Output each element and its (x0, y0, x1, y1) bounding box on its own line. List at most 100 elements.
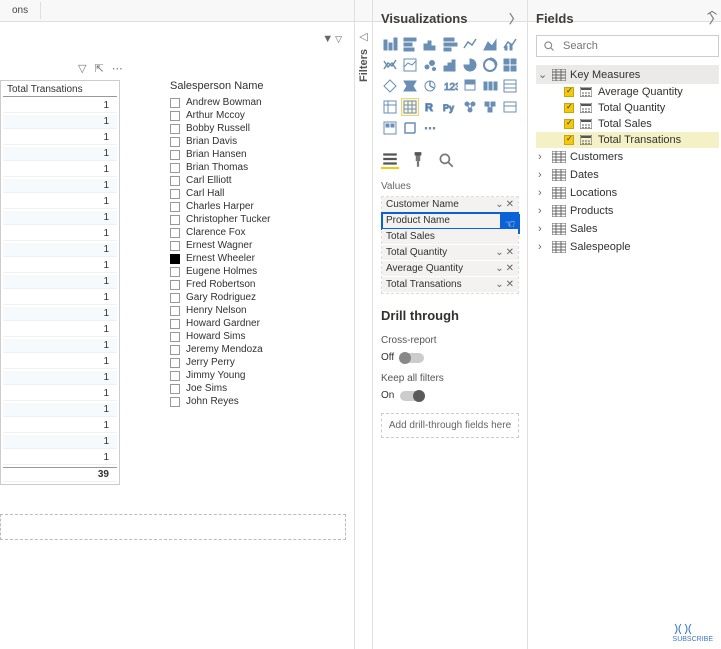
slicer-item[interactable]: Joe Sims (170, 382, 340, 395)
filter-indicator-icon[interactable]: ▼ (322, 33, 333, 45)
visual-type-icon[interactable] (381, 98, 399, 116)
visual-type-icon[interactable] (461, 35, 479, 53)
visual-type-icon[interactable] (501, 35, 519, 53)
table-row[interactable]: 1 (3, 227, 117, 241)
slicer-item[interactable]: Brian Davis (170, 135, 340, 148)
checkbox-icon[interactable] (170, 176, 180, 186)
table-row[interactable]: 1 (3, 147, 117, 161)
slicer-item[interactable]: Bobby Russell (170, 122, 340, 135)
focus-mode-icon[interactable]: ⇱ (94, 62, 103, 75)
table-row[interactable]: 1 (3, 307, 117, 321)
slicer-item[interactable]: Christopher Tucker (170, 213, 340, 226)
table-row[interactable]: 1 (3, 323, 117, 337)
slicer-item[interactable]: Andrew Bowman (170, 96, 340, 109)
slicer-item[interactable]: Fred Robertson (170, 278, 340, 291)
fields-field-node[interactable]: Total Sales (536, 116, 719, 132)
visual-type-icon[interactable]: Py (441, 98, 459, 116)
checkbox-icon[interactable] (170, 254, 180, 264)
fields-table-node[interactable]: ›Sales (536, 220, 719, 238)
slicer-item[interactable]: Ernest Wheeler (170, 252, 340, 265)
visual-type-icon[interactable] (401, 35, 419, 53)
visual-type-icon[interactable] (401, 119, 419, 137)
visual-type-icon[interactable] (461, 56, 479, 74)
chevron-down-icon[interactable]: ▽ (335, 34, 342, 45)
checkbox-icon[interactable] (170, 397, 180, 407)
analytics-tab-icon[interactable] (437, 151, 455, 169)
fields-table-node[interactable]: ›Products (536, 202, 719, 220)
slicer-item[interactable]: Jeremy Mendoza (170, 343, 340, 356)
chevron-down-icon[interactable]: ⌄ (538, 68, 548, 81)
visual-type-icon[interactable] (401, 56, 419, 74)
visual-type-icon[interactable]: 123 (441, 77, 459, 95)
checkbox-icon[interactable] (170, 202, 180, 212)
visual-type-icon[interactable] (441, 35, 459, 53)
field-well-item[interactable]: Total Transations⌄✕ (382, 277, 518, 293)
table-row[interactable]: 1 (3, 211, 117, 225)
table-column-header[interactable]: Total Transations (3, 83, 117, 97)
fields-table-node[interactable]: ⌄Key Measures (536, 65, 719, 84)
chevron-down-icon[interactable]: ⌄ (495, 247, 503, 258)
checkbox-icon[interactable] (170, 124, 180, 134)
checkbox-icon[interactable] (170, 358, 180, 368)
remove-field-icon[interactable]: ✕ (506, 279, 514, 290)
visual-type-icon[interactable] (441, 56, 459, 74)
table-row[interactable]: 1 (3, 115, 117, 129)
table-row[interactable]: 1 (3, 275, 117, 289)
checkbox-icon[interactable] (170, 241, 180, 251)
visual-type-icon[interactable] (381, 119, 399, 137)
fields-search-input[interactable] (561, 39, 712, 53)
table-row[interactable]: 1 (3, 131, 117, 145)
table-row[interactable]: 1 (3, 195, 117, 209)
report-canvas[interactable]: ▼ ▽ ▽ ⇱ ⋯ Total Transations 111111111111… (0, 0, 354, 649)
cross-report-toggle[interactable] (400, 353, 424, 363)
table-row[interactable]: 1 (3, 99, 117, 113)
slicer-item[interactable]: Arthur Mccoy (170, 109, 340, 122)
table-row[interactable]: 1 (3, 403, 117, 417)
checkbox-icon[interactable] (170, 332, 180, 342)
checkbox-icon[interactable] (170, 111, 180, 121)
checkbox-icon[interactable] (170, 306, 180, 316)
slicer-item[interactable]: Carl Hall (170, 187, 340, 200)
slicer-item[interactable]: Ernest Wagner (170, 239, 340, 252)
slicer-item[interactable]: Jerry Perry (170, 356, 340, 369)
slicer-item[interactable]: Brian Thomas (170, 161, 340, 174)
table-row[interactable]: 1 (3, 179, 117, 193)
keep-filters-toggle[interactable] (400, 391, 424, 401)
table-row[interactable]: 1 (3, 355, 117, 369)
chevron-down-icon[interactable]: ⌄ (495, 279, 503, 290)
filters-pane-collapsed[interactable]: ◁ Filters (354, 0, 372, 649)
slicer-item[interactable]: Gary Rodriguez (170, 291, 340, 304)
visual-type-icon[interactable] (501, 77, 519, 95)
table-row[interactable]: 1 (3, 387, 117, 401)
checkbox-icon[interactable] (170, 98, 180, 108)
fields-table-node[interactable]: ›Locations (536, 184, 719, 202)
collapse-pane-icon[interactable]: 〉 (509, 10, 519, 27)
drill-through-drop-area[interactable]: Add drill-through fields here (381, 413, 519, 438)
visual-type-icon[interactable] (501, 98, 519, 116)
chevron-right-icon[interactable]: › (538, 223, 548, 235)
checkbox-icon[interactable] (170, 280, 180, 290)
slicer-visual[interactable]: Salesperson Name Andrew BowmanArthur Mcc… (170, 80, 340, 408)
visual-type-icon[interactable] (421, 35, 439, 53)
checkbox-icon[interactable] (170, 215, 180, 225)
checkbox-icon[interactable] (170, 228, 180, 238)
visual-type-icon[interactable] (481, 77, 499, 95)
chevron-right-icon[interactable]: › (538, 187, 548, 199)
checkbox-icon[interactable] (170, 267, 180, 277)
visual-type-icon[interactable] (381, 77, 399, 95)
chevron-right-icon[interactable]: › (538, 151, 548, 163)
chevron-down-icon[interactable]: ⌄ (495, 263, 503, 274)
table-row[interactable]: 1 (3, 291, 117, 305)
visual-type-icon[interactable] (401, 98, 419, 116)
checkbox-icon[interactable] (170, 189, 180, 199)
chevron-right-icon[interactable]: › (538, 241, 548, 253)
slicer-item[interactable]: Howard Gardner (170, 317, 340, 330)
checkbox-icon[interactable] (170, 137, 180, 147)
fields-table-node[interactable]: ›Customers (536, 148, 719, 166)
field-well-item[interactable]: Total Quantity⌄✕ (382, 245, 518, 261)
checkbox-icon[interactable] (170, 319, 180, 329)
fields-table-node[interactable]: ›Dates (536, 166, 719, 184)
filter-icon[interactable]: ▽ (78, 62, 86, 75)
slicer-item[interactable]: Eugene Holmes (170, 265, 340, 278)
visual-type-icon[interactable]: ⋯ (421, 119, 439, 137)
